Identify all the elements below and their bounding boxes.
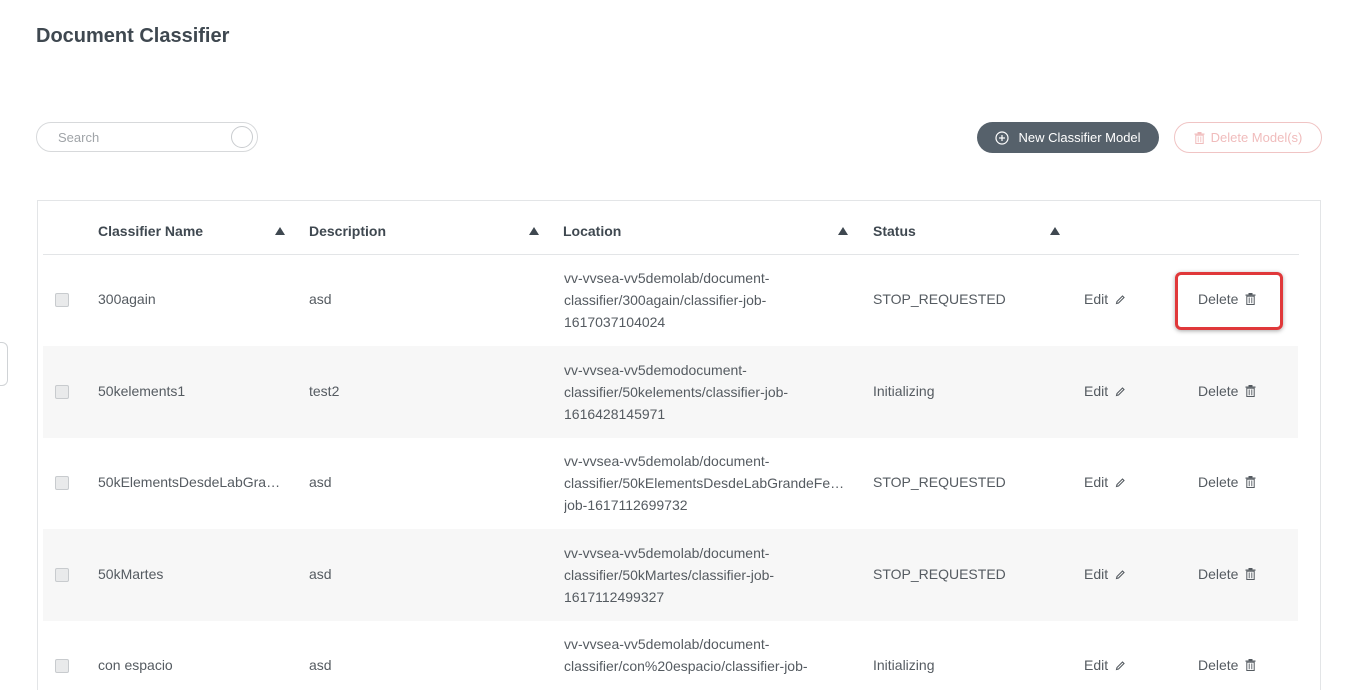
highlight-box [1175,272,1283,330]
classifier-name: con espacio [98,657,173,673]
trash-icon [1245,476,1256,488]
table-row: 300again asd vv-vvsea-vv5demolab/documen… [43,254,1298,346]
delete-models-label: Delete Model(s) [1210,130,1303,145]
sort-asc-icon[interactable] [529,227,539,235]
column-header-classifier-name[interactable]: Classifier Name [98,223,203,239]
delete-button[interactable]: Delete [1198,566,1256,582]
classifier-table: Classifier Name Description Location Sta… [37,200,1321,690]
pencil-icon [1115,294,1125,304]
new-classifier-model-button[interactable]: New Classifier Model [977,122,1159,153]
side-panel-tab[interactable] [0,342,8,386]
delete-label: Delete [1198,657,1239,673]
edit-label: Edit [1084,566,1109,582]
row-checkbox[interactable] [55,659,69,673]
table-row: 50kMartes asd vv-vvsea-vv5demolab/docume… [43,529,1298,621]
row-checkbox[interactable] [55,385,69,399]
location-line: 1616428145971 [564,406,666,422]
column-header-location[interactable]: Location [563,223,621,239]
pencil-icon [1115,660,1125,670]
edit-label: Edit [1084,291,1109,307]
table-header: Classifier Name Description Location Sta… [43,201,1299,255]
classifier-name: 50kMartes [98,566,164,582]
description: asd [309,566,332,582]
table-row: con espacio asd vv-vvsea-vv5demolab/docu… [43,620,1298,690]
trash-icon [1245,568,1256,580]
location-line: classifier/50kelements/classifier-job- [564,384,789,400]
new-classifier-model-label: New Classifier Model [1018,130,1141,145]
classifier-name: 50kelements1 [98,383,186,399]
description: asd [309,291,332,307]
location-line: 1617037104024 [564,314,666,330]
table-row: 50kelements1 test2 vv-vvsea-vv5demodocum… [43,346,1298,438]
edit-button[interactable]: Edit [1084,657,1126,673]
status: Initializing [873,657,935,673]
location-line: job-1617112699732 [564,497,688,513]
classifier-name: 50kElementsDesdeLabGra… [98,474,281,490]
row-checkbox[interactable] [55,476,69,490]
description: asd [309,474,332,490]
search-box[interactable] [36,122,258,152]
page-title: Document Classifier [36,25,230,47]
location: vv-vvsea-vv5demodocument- classifier/50k… [564,359,849,425]
location-line: classifier/con%20espacio/classifier-job- [564,658,808,674]
edit-button[interactable]: Edit [1084,474,1126,490]
table-row: 50kElementsDesdeLabGra… asd vv-vvsea-vv5… [43,437,1298,529]
edit-label: Edit [1084,383,1109,399]
plus-circle-icon [995,130,1010,145]
location-line: classifier/50kMartes/classifier-job- [564,567,775,583]
location: vv-vvsea-vv5demolab/document- classifier… [564,633,849,677]
location-line: vv-vvsea-vv5demolab/document- [564,270,770,286]
pencil-icon [1115,569,1125,579]
location-line: 1617112499327 [564,589,665,605]
sort-asc-icon[interactable] [1050,227,1060,235]
location-line: vv-vvsea-vv5demodocument- [564,362,747,378]
description: asd [309,657,332,673]
sort-asc-icon[interactable] [838,227,848,235]
delete-models-button[interactable]: Delete Model(s) [1174,122,1322,153]
delete-label: Delete [1198,383,1239,399]
trash-icon [1245,385,1256,397]
column-header-description[interactable]: Description [309,223,386,239]
location: vv-vvsea-vv5demolab/document- classifier… [564,267,849,333]
search-input[interactable] [56,129,230,146]
location: vv-vvsea-vv5demolab/document- classifier… [564,542,849,608]
delete-button[interactable]: Delete [1198,657,1256,673]
pencil-icon [1115,386,1125,396]
status: STOP_REQUESTED [873,566,1006,582]
sort-asc-icon[interactable] [275,227,285,235]
status: STOP_REQUESTED [873,474,1006,490]
delete-label: Delete [1198,566,1239,582]
row-checkbox[interactable] [55,568,69,582]
location-line: vv-vvsea-vv5demolab/document- [564,453,770,469]
delete-button[interactable]: Delete [1198,474,1256,490]
status: Initializing [873,383,935,399]
classifier-name: 300again [98,291,156,307]
location-line: classifier/50kElementsDesdeLabGrandeFe… [564,475,845,491]
delete-button[interactable]: Delete [1198,383,1256,399]
location-line: classifier/300again/classifier-job- [564,292,767,308]
trash-icon [1245,659,1256,671]
search-toggle[interactable] [231,126,253,148]
edit-button[interactable]: Edit [1084,291,1126,307]
edit-button[interactable]: Edit [1084,383,1126,399]
location-line: vv-vvsea-vv5demolab/document- [564,636,770,652]
edit-label: Edit [1084,657,1109,673]
delete-label: Delete [1198,474,1239,490]
edit-label: Edit [1084,474,1109,490]
status: STOP_REQUESTED [873,291,1006,307]
column-header-status[interactable]: Status [873,223,916,239]
edit-button[interactable]: Edit [1084,566,1126,582]
location-line: vv-vvsea-vv5demolab/document- [564,545,770,561]
row-checkbox[interactable] [55,293,69,307]
description: test2 [309,383,340,399]
location: vv-vvsea-vv5demolab/document- classifier… [564,450,849,516]
trash-icon [1194,131,1205,144]
pencil-icon [1115,477,1125,487]
